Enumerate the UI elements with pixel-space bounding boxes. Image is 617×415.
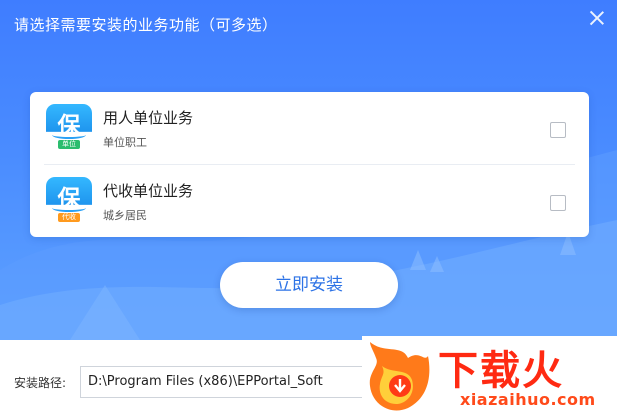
watermark-brand: 下载火: [438, 348, 564, 394]
header-banner: 请选择需要安装的业务功能（可多选） 保 单位 用人单位业务 单位职工 保 代收 …: [0, 0, 617, 340]
option-subtitle: 城乡居民: [103, 209, 147, 222]
option-title: 用人单位业务: [103, 109, 194, 127]
option-list: 保 单位 用人单位业务 单位职工 保 代收 代收单位业务 城乡居民: [30, 92, 589, 237]
install-path-input[interactable]: D:\Program Files (x86)\EPPortal_Soft: [80, 366, 382, 398]
flame-logo-icon: [369, 342, 430, 411]
wing-decoration: [52, 204, 86, 212]
watermark-site: xiazaihuo.com: [460, 390, 596, 409]
option-checkbox[interactable]: [550, 122, 566, 138]
option-checkbox[interactable]: [550, 195, 566, 211]
icon-tag: 代收: [58, 213, 80, 222]
icon-tag: 单位: [58, 140, 80, 149]
option-item-employer[interactable]: 保 单位 用人单位业务 单位职工: [30, 92, 589, 164]
window-title: 请选择需要安装的业务功能（可多选）: [14, 16, 278, 34]
install-path-label: 安装路径:: [14, 376, 67, 390]
install-path-value: D:\Program Files (x86)\EPPortal_Soft: [88, 374, 323, 389]
wing-decoration: [52, 131, 86, 139]
install-button[interactable]: 立即安装: [220, 262, 398, 308]
option-title: 代收单位业务: [103, 182, 194, 200]
close-icon[interactable]: [587, 8, 607, 28]
option-item-collection[interactable]: 保 代收 代收单位业务 城乡居民: [30, 165, 589, 237]
insurance-app-icon: 保 代收: [46, 177, 92, 223]
watermark-logo: 下载火 xiazaihuo.com: [362, 336, 617, 415]
insurance-app-icon: 保 单位: [46, 104, 92, 150]
option-subtitle: 单位职工: [103, 136, 147, 149]
